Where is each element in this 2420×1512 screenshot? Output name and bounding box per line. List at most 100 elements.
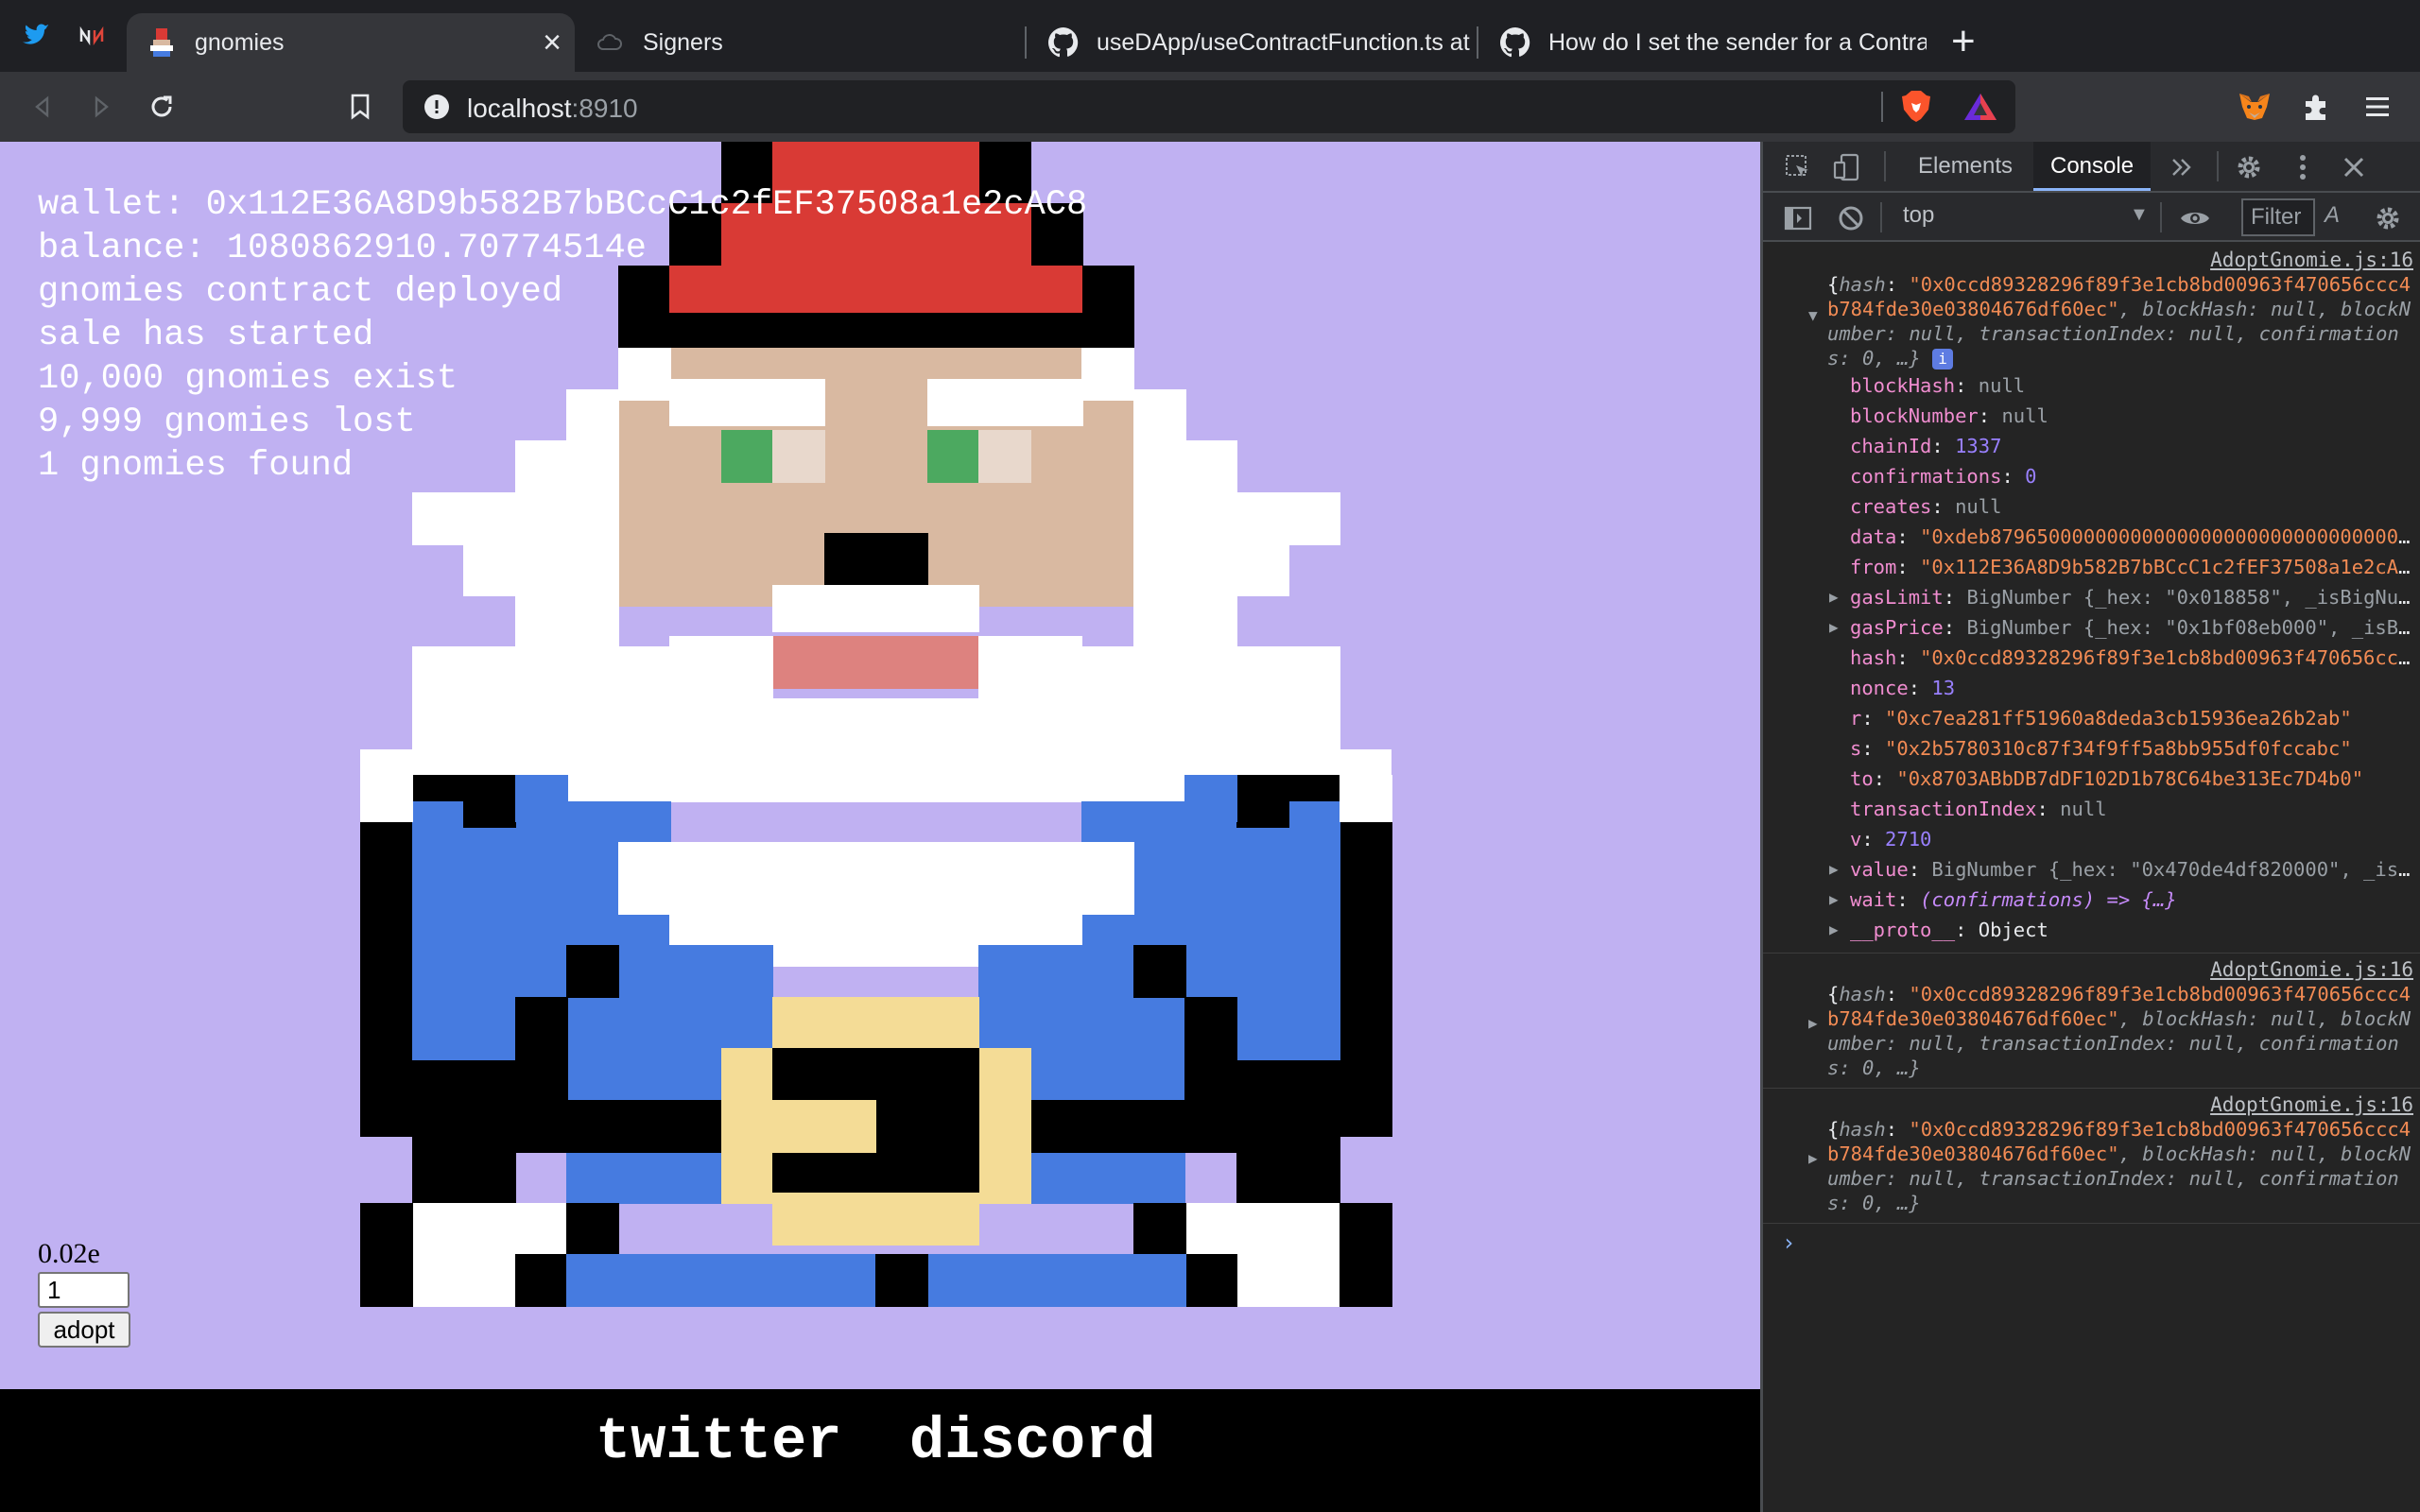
property-value: BigNumber {_hex: "0x018858", _isBigNumbe… (1966, 586, 2413, 609)
console-entry[interactable]: AdoptGnomie.js:16 ▶ {hash: "0x0ccd893282… (1763, 954, 2420, 1089)
expand-triangle-icon[interactable]: ▶ (1829, 915, 1839, 945)
inspect-element-icon[interactable] (1782, 151, 1814, 183)
toolbar-divider (1884, 151, 1886, 181)
context-select[interactable]: top (1903, 202, 2016, 229)
property-row[interactable]: ▶ wait: (confirmations) => {…} (1827, 885, 2413, 915)
tab-console[interactable]: Console (2033, 142, 2152, 191)
property-key: __proto__ (1850, 919, 1956, 941)
property-row: from: "0x112E36A8D9b582B7bBCcC1c2fEF3750… (1827, 552, 2413, 582)
expand-triangle-icon[interactable]: ▶ (1829, 582, 1839, 612)
console-summary: {hash: "0x0ccd89328296f89f3e1cb8bd00963f… (1827, 983, 2411, 1079)
mouth (772, 636, 979, 689)
info-circle-icon[interactable] (424, 94, 450, 125)
metamask-fox-icon[interactable] (2233, 85, 2276, 129)
twitter-link[interactable]: twitter (596, 1408, 841, 1475)
hamburger-menu-icon[interactable] (2356, 85, 2399, 129)
clear-console-icon[interactable] (1835, 202, 1867, 234)
device-toolbar-icon[interactable] (1831, 151, 1863, 183)
console-output: AdoptGnomie.js:16 ▼ {hash: "0x0ccd893282… (1763, 244, 2420, 1512)
property-row: transactionIndex: null (1850, 798, 2107, 820)
devtools-tab-bar: Elements Console (1763, 142, 2420, 193)
property-row[interactable]: ▶ value: BigNumber {_hex: "0x470de4df8200… (1827, 854, 2413, 885)
property-value: null (2001, 404, 2048, 427)
omnibox-divider (1881, 92, 1883, 122)
tab-signers[interactable]: Signers (575, 13, 1021, 72)
tab-title: useDApp/useContractFunction.ts at (1097, 28, 1470, 56)
tab-stackoverflow[interactable]: How do I set the sender for a Contra (1480, 13, 1927, 72)
console-settings-gear-icon[interactable] (2372, 202, 2404, 234)
console-entry[interactable]: AdoptGnomie.js:16 ▶ {hash: "0x0ccd893282… (1763, 1089, 2420, 1224)
console-entry-expanded[interactable]: AdoptGnomie.js:16 ▼ {hash: "0x0ccd893282… (1763, 244, 2420, 954)
settings-gear-icon[interactable] (2233, 151, 2265, 183)
property-row: creates: null (1850, 495, 2002, 518)
property-row: to: "0x8703ABbDB7dDF102D1b78C64be313Ec7D… (1850, 767, 2364, 790)
property-key: wait (1850, 888, 1897, 911)
source-link[interactable]: AdoptGnomie.js:16 (1827, 1092, 2413, 1117)
source-link[interactable]: AdoptGnomie.js:16 (1827, 957, 2413, 982)
coat-outline (566, 945, 619, 998)
tab-elements[interactable]: Elements (1901, 142, 2030, 191)
coat-outline (515, 1254, 568, 1307)
property-row[interactable]: ▶ gasLimit: BigNumber {_hex: "0x018858", … (1827, 582, 2413, 612)
filter-input[interactable]: Filter (2241, 198, 2315, 236)
tab-gnomies[interactable]: gnomies × (127, 13, 575, 72)
bookmark-icon[interactable] (338, 85, 382, 129)
property-row: confirmations: 0 (1850, 465, 2037, 488)
tab-separator (1025, 26, 1027, 59)
sidebar-toggle-icon[interactable] (1782, 202, 1814, 234)
coat-outline (566, 1203, 619, 1256)
property-key: v (1850, 828, 1862, 850)
eye-icon[interactable] (2179, 202, 2211, 234)
kebab-menu-icon[interactable] (2287, 151, 2319, 183)
chevron-down-icon[interactable]: ▼ (2130, 204, 2149, 226)
expand-triangle-icon[interactable]: ▶ (1829, 612, 1839, 643)
info-badge-icon: i (1932, 349, 1954, 369)
url-text: localhost:8910 (467, 94, 638, 123)
property-value: null (1955, 495, 2002, 518)
sale-status-line: sale has started (38, 316, 374, 355)
balance-line: balance: 1080862910.70774514e (38, 229, 647, 268)
github-icon (1047, 26, 1080, 59)
nomics-icon[interactable] (74, 17, 112, 55)
property-key: confirmations (1850, 465, 2002, 488)
brave-lion-icon[interactable] (1900, 90, 1932, 129)
collapse-triangle-icon[interactable]: ▼ (1808, 306, 1818, 324)
property-key: r (1850, 707, 1862, 730)
back-arrow-icon[interactable] (21, 85, 64, 129)
twitter-icon[interactable] (17, 17, 55, 55)
expand-triangle-icon[interactable]: ▶ (1808, 1014, 1818, 1032)
property-value: 1337 (1955, 435, 2002, 457)
new-tab-button[interactable]: + (1951, 21, 1976, 62)
beard-pixel (412, 646, 671, 699)
quantity-input[interactable] (38, 1272, 130, 1308)
puzzle-extensions-icon[interactable] (2295, 85, 2339, 129)
expand-triangle-icon[interactable]: ▶ (1829, 885, 1839, 915)
expand-triangle-icon[interactable]: ▶ (1808, 1149, 1818, 1167)
reload-icon[interactable] (140, 85, 183, 129)
property-row: data: "0xdeb8796500000000000000000000000… (1827, 522, 2413, 552)
console-summary: {hash: "0x0ccd89328296f89f3e1cb8bd00963f… (1827, 273, 2411, 369)
more-tabs-chevron-icon[interactable] (2166, 151, 2198, 183)
discord-link[interactable]: discord (909, 1408, 1155, 1475)
property-row: r: "0xc7ea281ff51960a8deda3cb15936ea26b2… (1850, 707, 2352, 730)
brave-rewards-triangle-icon[interactable] (1962, 92, 1998, 127)
address-bar[interactable]: localhost:8910 (403, 80, 2015, 133)
property-row[interactable]: ▶ __proto__: Object (1827, 915, 2413, 945)
property-row[interactable]: ▶ gasPrice: BigNumber {_hex: "0x1bf08eb00… (1827, 612, 2413, 643)
belt (1030, 1100, 1340, 1153)
toolbar-divider (2217, 151, 2219, 181)
tab-usedapp[interactable]: useDApp/useContractFunction.ts at (1028, 13, 1475, 72)
console-prompt-row[interactable]: › (1763, 1224, 2420, 1262)
adopt-button[interactable]: adopt (38, 1312, 130, 1348)
property-row: v: 2710 (1850, 828, 1932, 850)
expand-triangle-icon[interactable]: ▶ (1829, 854, 1839, 885)
property-key: gasLimit (1850, 586, 1944, 609)
close-devtools-icon[interactable] (2338, 151, 2370, 183)
forward-arrow-icon[interactable] (79, 85, 123, 129)
property-list: blockHash: null blockNumber: null chainId:… (1827, 370, 2413, 945)
source-link[interactable]: AdoptGnomie.js:16 (1827, 248, 2413, 272)
coat-outline (463, 775, 516, 828)
close-tab-icon[interactable]: × (543, 26, 562, 59)
beard-pixel (1133, 543, 1289, 596)
property-value: null (2060, 798, 2107, 820)
